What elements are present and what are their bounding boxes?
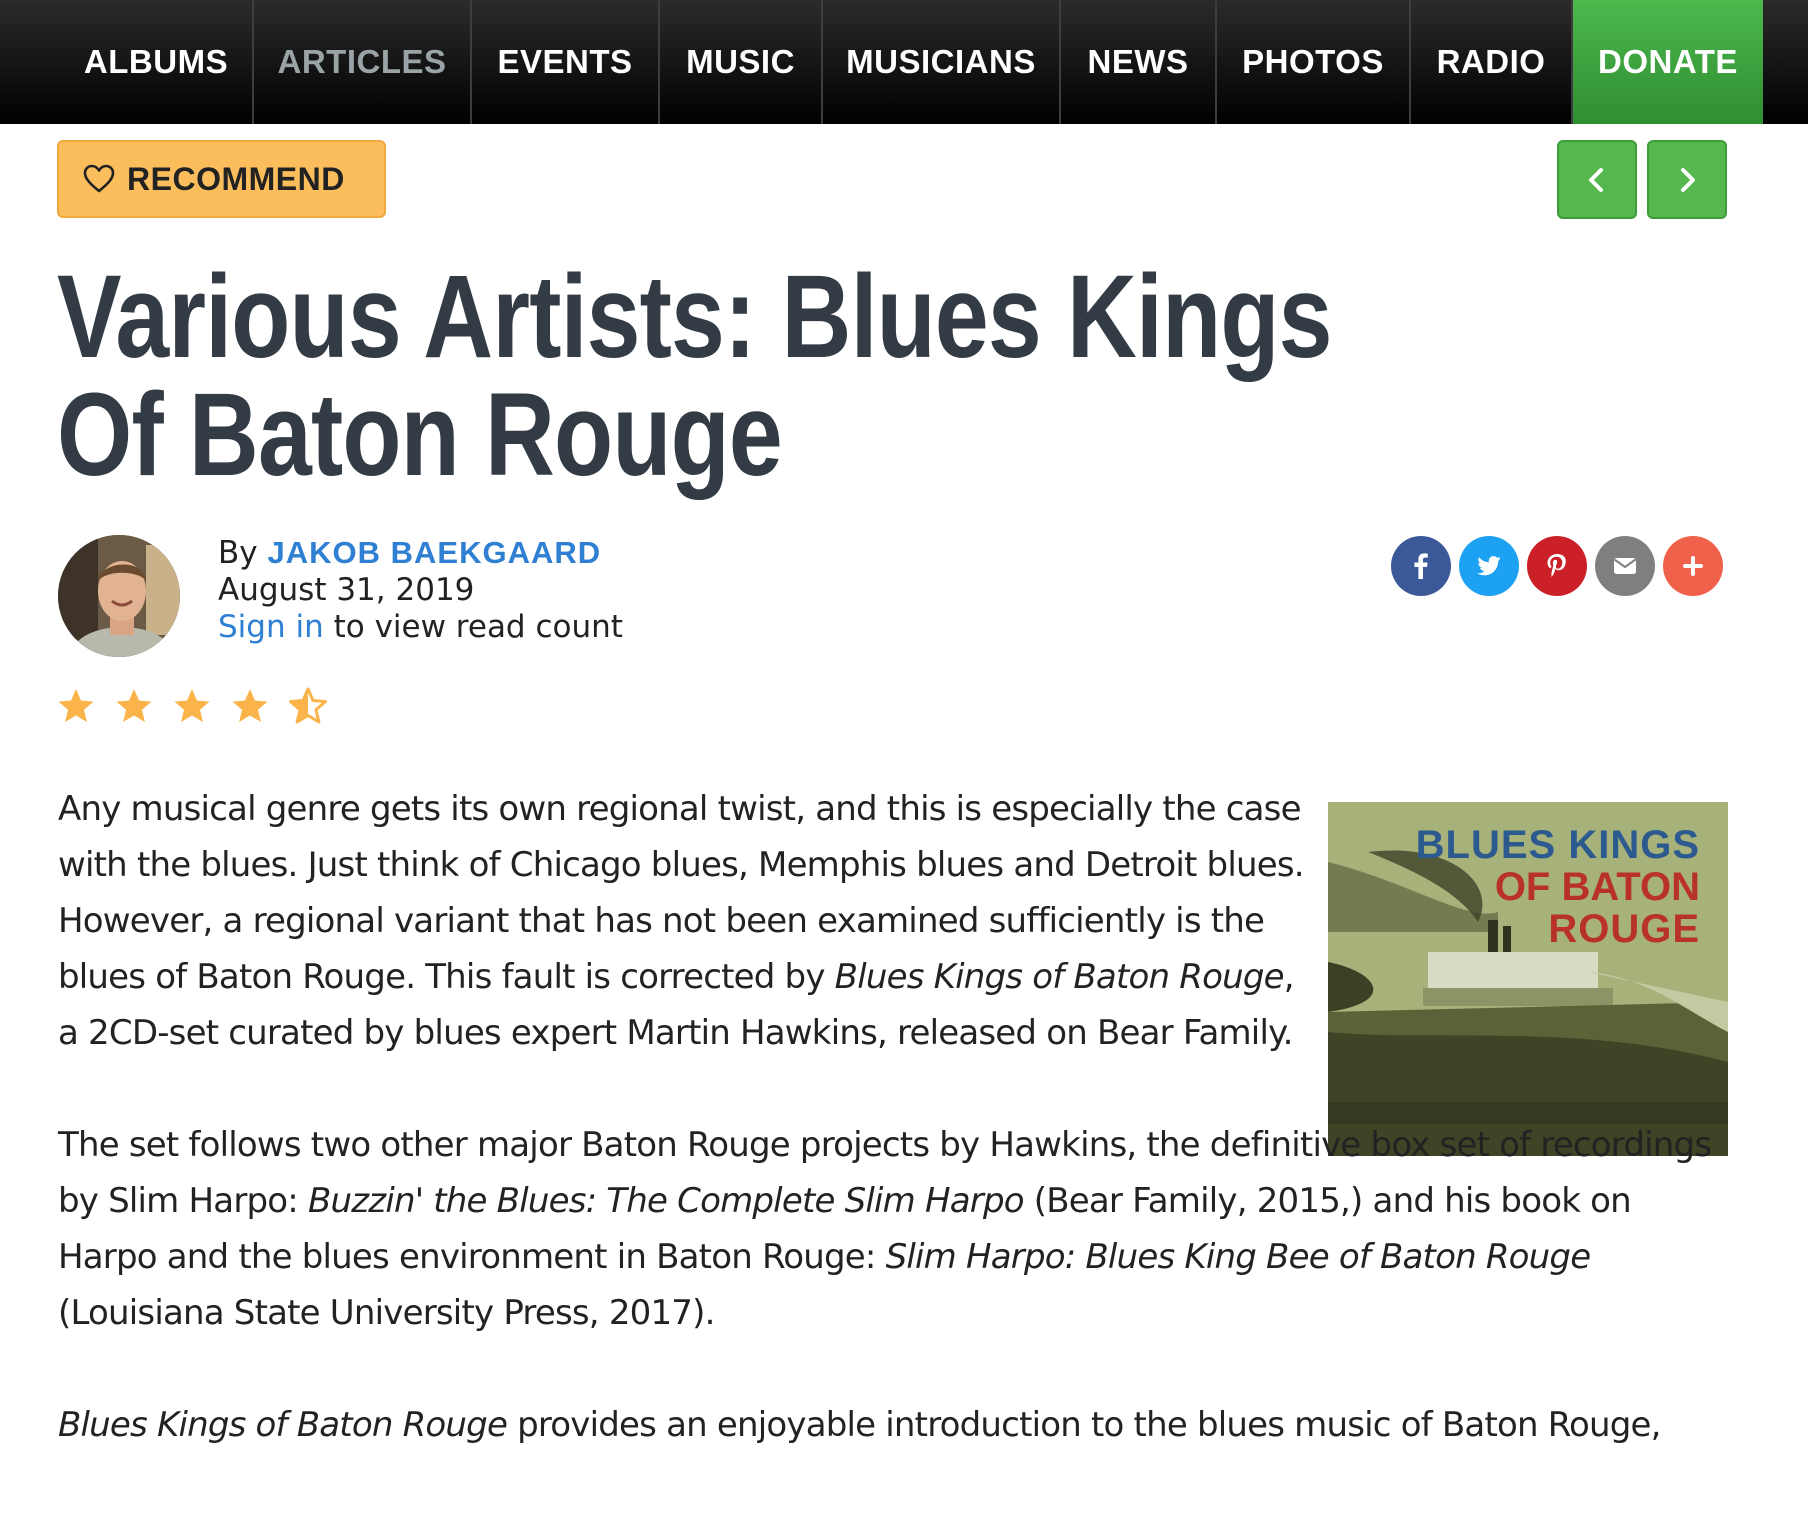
paragraph-text: (Louisiana State University Press, 2017)… [58,1293,715,1333]
chevron-left-icon [1589,167,1603,192]
nav-albums[interactable]: ALBUMS [60,0,254,124]
nav-articles[interactable]: ARTICLES [254,0,472,124]
author-link[interactable]: JAKOB BAEKGAARD [267,535,601,570]
pinterest-icon [1547,554,1566,577]
nav-radio[interactable]: RADIO [1411,0,1573,124]
nav-events[interactable]: EVENTS [472,0,660,124]
star-full-icon [114,686,154,726]
star-half-icon [288,686,328,726]
pinterest-share-button[interactable] [1527,536,1587,596]
article-paragraph-2: The set follows two other major Baton Ro… [58,1117,1718,1341]
more-share-button[interactable] [1663,536,1723,596]
article-paragraph-3: Blues Kings of Baton Rouge provides an e… [58,1397,1718,1453]
byline: By JAKOB BAEKGAARD August 31, 2019 Sign … [218,534,623,646]
email-share-button[interactable] [1595,536,1655,596]
main-nav: ALBUMS ARTICLES EVENTS MUSIC MUSICIANS N… [0,0,1808,124]
nav-tail [1763,0,1808,124]
nav-musicians[interactable]: MUSICIANS [823,0,1061,124]
paragraph-text: provides an enjoyable introduction to th… [507,1405,1661,1445]
previous-article-button[interactable] [1557,140,1637,219]
byline-author-line: By JAKOB BAEKGAARD [218,534,623,572]
article-body: Any musical genre gets its own regional … [58,781,1778,1509]
star-full-icon [172,686,212,726]
share-buttons [1391,536,1723,596]
author-avatar[interactable] [58,535,180,657]
nav-photos[interactable]: PHOTOS [1217,0,1411,124]
twitter-icon [1477,556,1501,576]
star-rating [56,686,328,726]
nav-donate[interactable]: DONATE [1573,0,1763,124]
album-title: Buzzin' the Blues: The Complete Slim Har… [307,1181,1025,1221]
author-photo [58,535,180,657]
sign-in-link[interactable]: Sign in [218,609,324,645]
star-full-icon [56,686,96,726]
email-icon [1613,558,1637,574]
star-full-icon [230,686,270,726]
heart-icon [83,164,115,193]
plus-icon [1683,556,1703,576]
article-title: Various Artists: Blues Kings Of Baton Ro… [57,251,1332,501]
facebook-icon [1414,553,1428,579]
album-title-link: Blues Kings of Baton Rouge [834,957,1285,997]
book-title: Slim Harpo: Blues King Bee of Baton Roug… [885,1237,1592,1277]
by-prefix: By [218,535,258,571]
album-title: Blues Kings of Baton Rouge [58,1405,508,1445]
chevron-right-icon [1681,167,1695,192]
publish-date: August 31, 2019 [218,572,475,608]
read-count-text: to view read count [323,609,623,645]
nav-music[interactable]: MUSIC [660,0,823,124]
recommend-label: RECOMMEND [127,160,345,197]
read-count-line: Sign in to view read count [218,609,623,646]
recommend-button[interactable]: RECOMMEND [57,140,386,218]
facebook-share-button[interactable] [1391,536,1451,596]
article-paragraph-1: Any musical genre gets its own regional … [58,781,1308,1061]
nav-news[interactable]: NEWS [1061,0,1217,124]
twitter-share-button[interactable] [1459,536,1519,596]
next-article-button[interactable] [1647,140,1727,219]
